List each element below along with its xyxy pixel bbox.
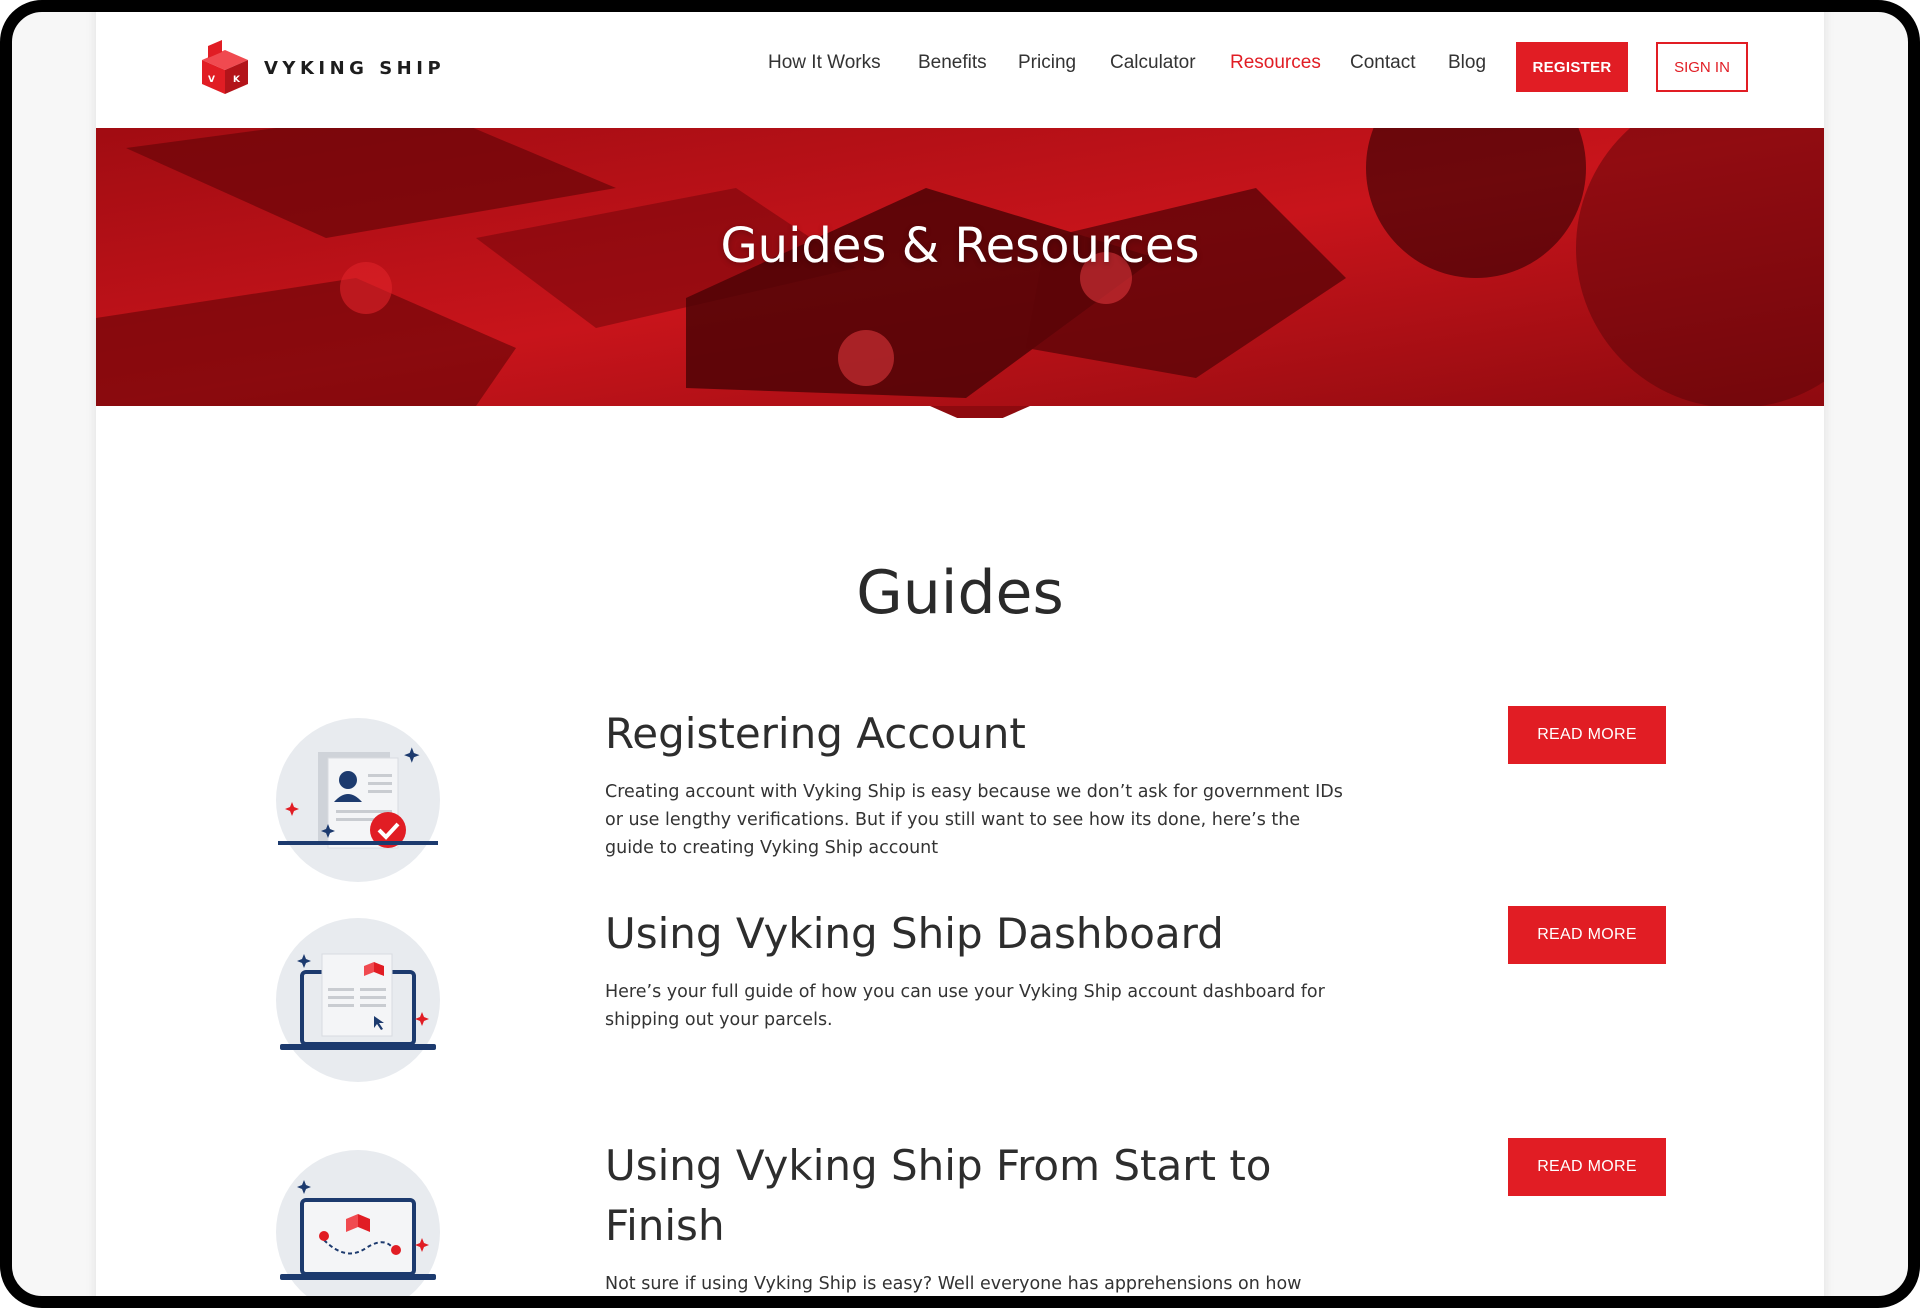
nav-item-benefits[interactable]: Benefits — [918, 52, 987, 74]
nav-item-contact[interactable]: Contact — [1350, 52, 1415, 74]
nav-item-resources[interactable]: Resources — [1230, 52, 1321, 74]
site-header: V K VYKING SHIP How It Works Benefits Pr… — [96, 12, 1824, 128]
registration-document-icon — [276, 718, 440, 882]
svg-text:K: K — [233, 75, 241, 85]
sign-in-button[interactable]: SIGN IN — [1656, 42, 1748, 92]
vyking-cube-logo-icon: V K — [202, 40, 248, 94]
nav-item-blog[interactable]: Blog — [1448, 52, 1486, 74]
read-more-button[interactable]: READ MORE — [1508, 706, 1666, 764]
read-more-button[interactable]: READ MORE — [1508, 1138, 1666, 1196]
laptop-map-route-icon — [276, 1150, 440, 1296]
nav-item-how-it-works[interactable]: How It Works — [768, 52, 881, 74]
guide-title[interactable]: Using Vyking Ship From Start to Finish — [605, 1136, 1365, 1256]
nav-item-calculator[interactable]: Calculator — [1110, 52, 1196, 74]
guide-description: Here’s your full guide of how you can us… — [605, 982, 1325, 1030]
web-page: V K VYKING SHIP How It Works Benefits Pr… — [96, 12, 1824, 1296]
browser-frame: V K VYKING SHIP How It Works Benefits Pr… — [0, 0, 1920, 1308]
logo[interactable]: V K VYKING SHIP — [200, 40, 445, 96]
svg-text:V: V — [208, 75, 215, 85]
guide-title[interactable]: Registering Account — [605, 704, 1365, 764]
read-more-button[interactable]: READ MORE — [1508, 906, 1666, 964]
hero-banner: Guides & Resources — [96, 128, 1824, 418]
guide-description: Creating account with Vyking Ship is eas… — [605, 782, 1343, 858]
laptop-dashboard-icon — [276, 918, 440, 1082]
brand-name: VYKING SHIP — [264, 57, 446, 79]
guide-title[interactable]: Using Vyking Ship Dashboard — [605, 904, 1365, 964]
register-button[interactable]: REGISTER — [1516, 42, 1628, 92]
guide-description: Not sure if using Vyking Ship is easy? W… — [605, 1274, 1302, 1294]
hero-title: Guides & Resources — [720, 218, 1200, 274]
guides-heading: Guides — [856, 558, 1064, 628]
nav-item-pricing[interactable]: Pricing — [1018, 52, 1076, 74]
